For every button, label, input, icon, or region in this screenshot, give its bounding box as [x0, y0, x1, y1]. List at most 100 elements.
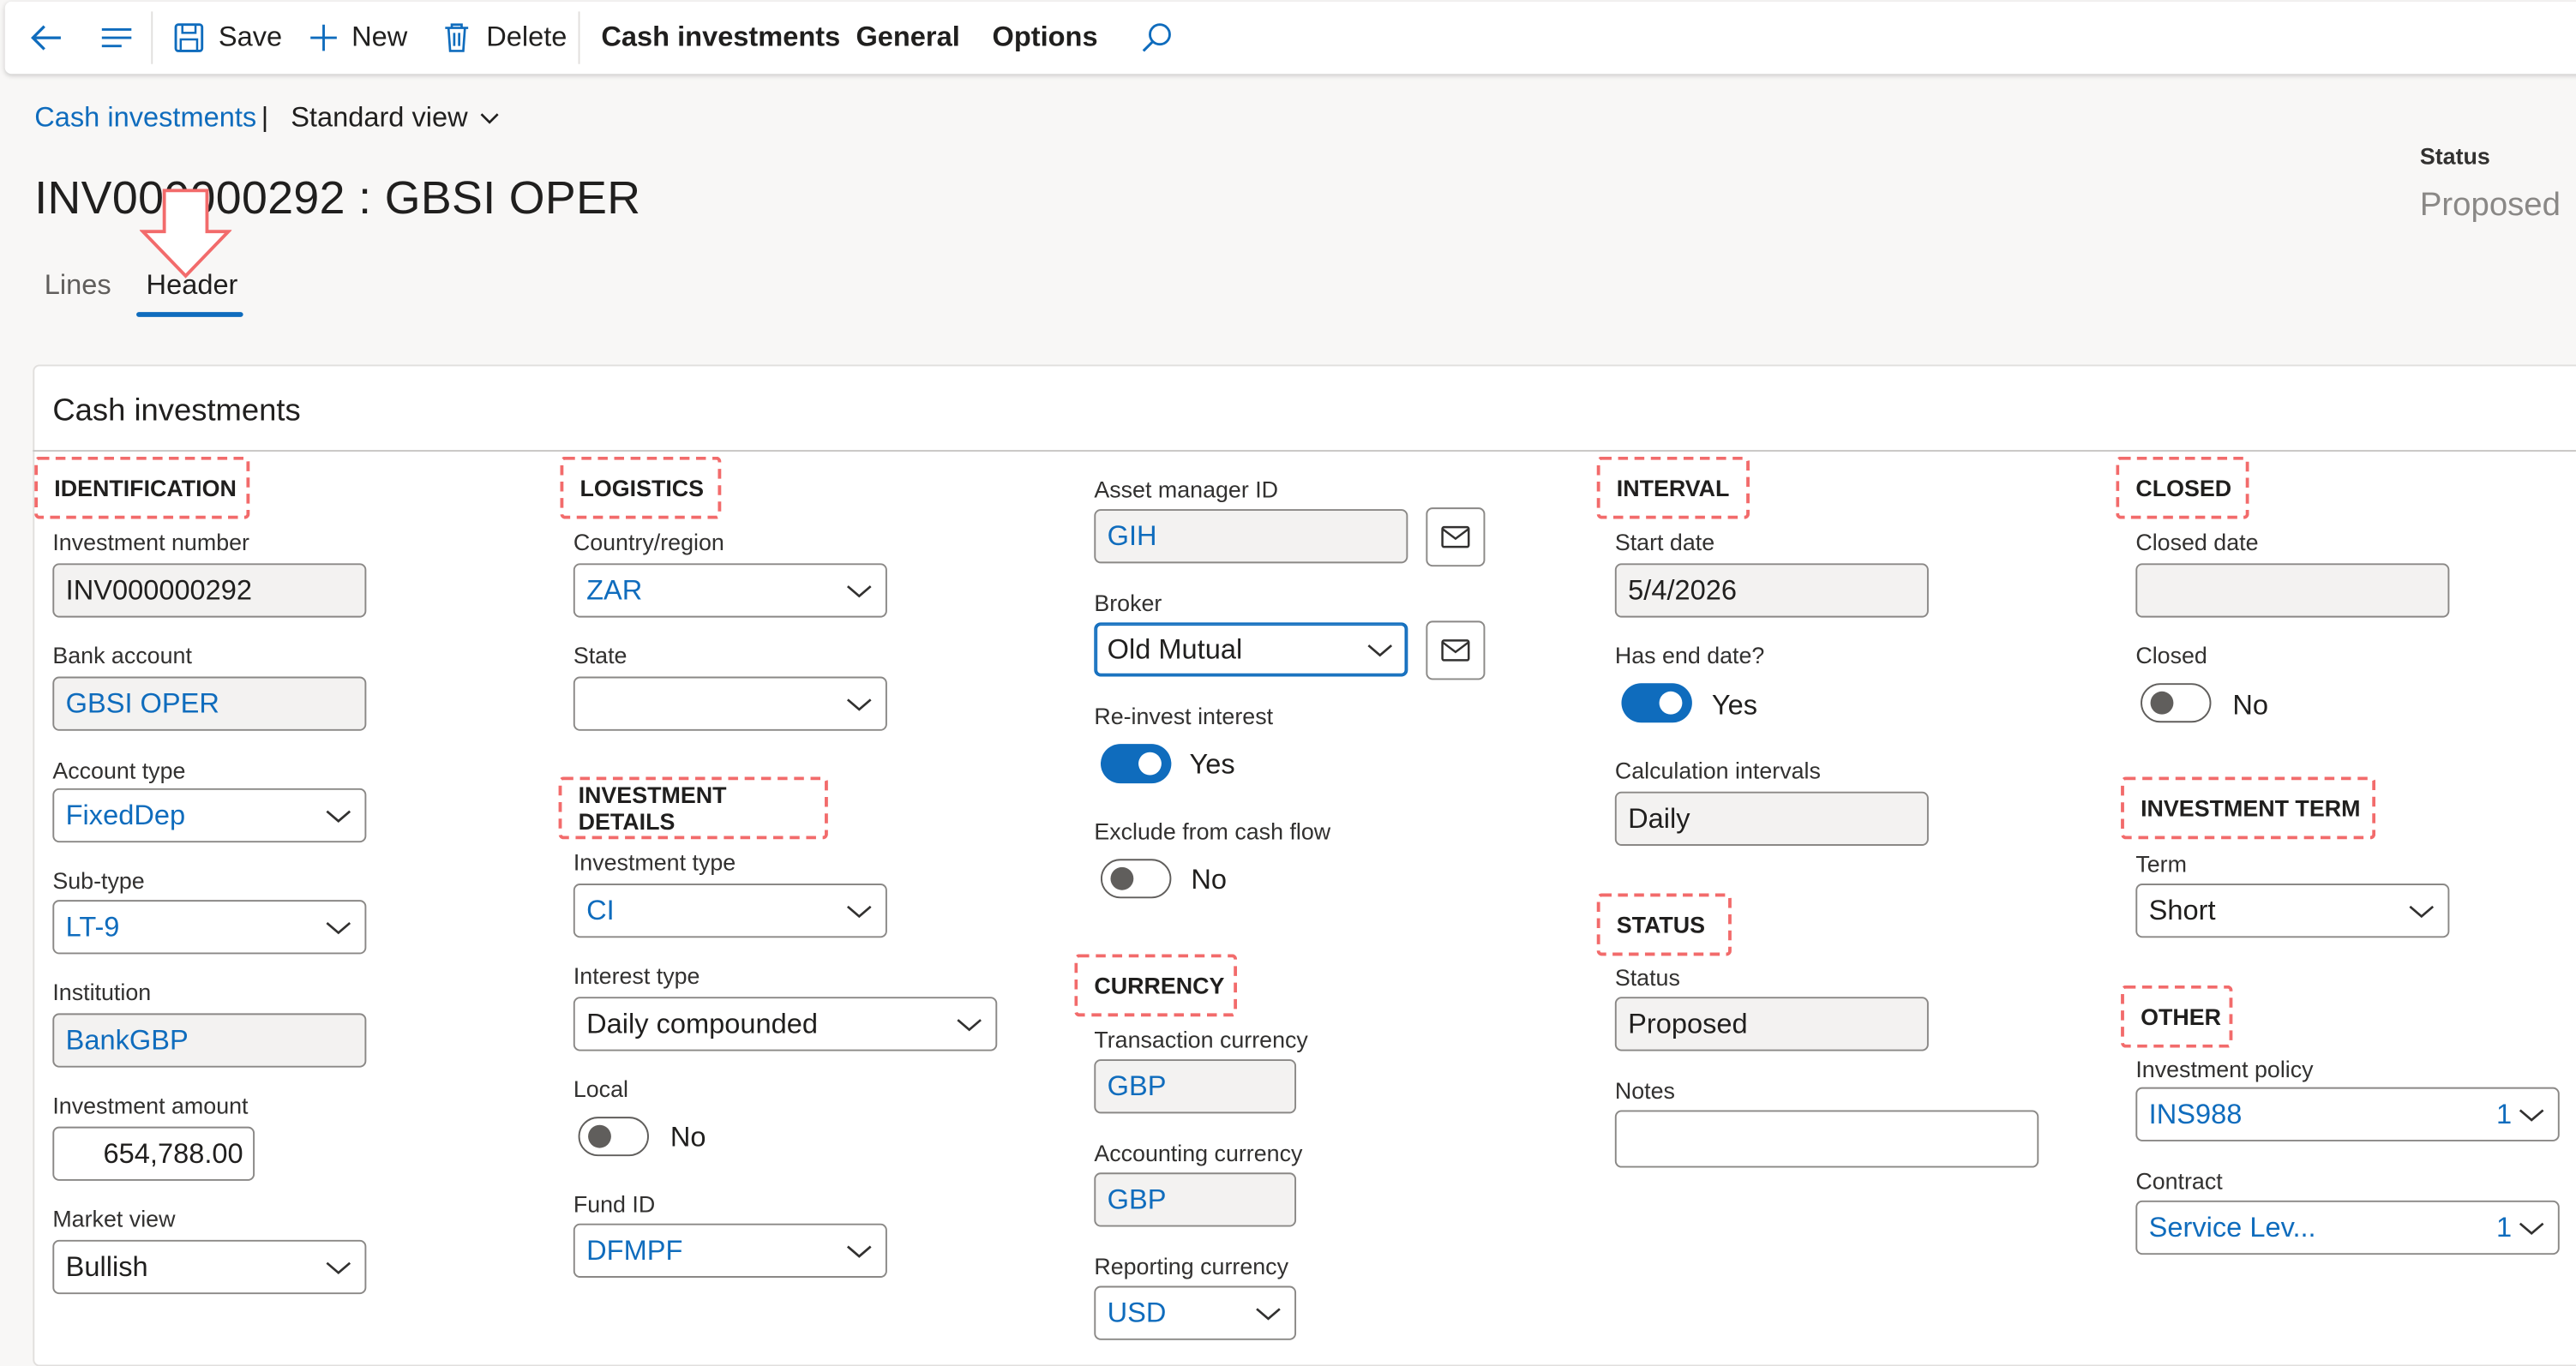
- chevron-down-icon: [957, 1019, 982, 1032]
- breadcrumb-separator: |: [261, 101, 269, 134]
- tab-header-indicator: [136, 312, 243, 317]
- fund-id-value: DFMPF: [586, 1234, 683, 1266]
- account-type-dropdown[interactable]: FixedDep: [52, 788, 367, 843]
- broker-mail-button[interactable]: [1426, 620, 1486, 680]
- chevron-down-icon: [480, 113, 499, 124]
- contract-dropdown[interactable]: Service Lev... 1: [2135, 1200, 2560, 1255]
- chevron-down-icon: [846, 698, 872, 711]
- chevron-down-icon: [1256, 1308, 1281, 1321]
- chevron-down-icon: [2409, 905, 2435, 919]
- chevron-down-icon: [2519, 1109, 2544, 1122]
- asset-manager-mail-button[interactable]: [1426, 507, 1486, 567]
- broker-dropdown[interactable]: Old Mutual: [1094, 622, 1408, 677]
- menu-button[interactable]: [99, 2, 135, 74]
- view-selector[interactable]: Standard view: [291, 102, 501, 135]
- new-label: New: [351, 21, 408, 53]
- chevron-down-icon: [1367, 644, 1393, 657]
- delete-button[interactable]: Delete: [442, 2, 567, 74]
- group-investment-details: INVESTMENT DETAILS: [558, 776, 828, 840]
- status-field[interactable]: Proposed: [1614, 997, 1929, 1051]
- has-end-date-toggle[interactable]: [1621, 683, 1692, 723]
- account-type-value: FixedDep: [65, 799, 186, 830]
- term-label: Term: [2135, 850, 2187, 878]
- investment-type-dropdown[interactable]: CI: [573, 884, 887, 938]
- closed-date-field[interactable]: [2135, 563, 2450, 618]
- calculation-intervals-label: Calculation intervals: [1614, 757, 1821, 784]
- transaction-currency-field[interactable]: GBP: [1094, 1059, 1297, 1114]
- investment-number-label: Investment number: [52, 529, 249, 555]
- group-identification: IDENTIFICATION: [34, 456, 250, 519]
- chevron-down-icon: [846, 1245, 872, 1258]
- toggle-knob: [1110, 866, 1134, 890]
- investment-policy-suffix: 1: [2496, 1099, 2513, 1130]
- new-button[interactable]: New: [307, 2, 407, 74]
- local-toggle[interactable]: [578, 1117, 649, 1157]
- mail-icon: [1441, 639, 1470, 662]
- broker-label: Broker: [1094, 589, 1162, 616]
- interest-type-value: Daily compounded: [586, 1007, 819, 1039]
- tab-lines[interactable]: Lines: [45, 269, 111, 302]
- calculation-intervals-field[interactable]: Daily: [1614, 791, 1929, 846]
- investment-policy-dropdown[interactable]: INS988 1: [2135, 1087, 2560, 1141]
- toggle-knob: [588, 1124, 611, 1148]
- header-status-value: Proposed: [2419, 187, 2561, 224]
- institution-field[interactable]: BankGBP: [52, 1013, 367, 1068]
- notes-label: Notes: [1614, 1077, 1675, 1104]
- state-dropdown[interactable]: [573, 676, 887, 731]
- accounting-currency-label: Accounting currency: [1094, 1139, 1303, 1166]
- account-type-label: Account type: [52, 757, 186, 784]
- save-button[interactable]: Save: [172, 2, 282, 74]
- back-button[interactable]: [28, 2, 64, 74]
- investment-number-field[interactable]: INV000000292: [52, 563, 367, 618]
- asset-manager-label: Asset manager ID: [1094, 476, 1279, 503]
- notes-field[interactable]: [1614, 1110, 2039, 1168]
- asset-manager-field[interactable]: GIH: [1094, 509, 1408, 564]
- closed-toggle-text: No: [2232, 689, 2269, 722]
- has-end-date-label: Has end date?: [1614, 642, 1765, 668]
- closed-toggle[interactable]: [2141, 683, 2212, 723]
- closed-date-label: Closed date: [2135, 529, 2259, 555]
- header-status-label: Status: [2419, 142, 2490, 170]
- exclude-label: Exclude from cash flow: [1094, 818, 1331, 845]
- interest-type-dropdown[interactable]: Daily compounded: [573, 997, 998, 1051]
- hamburger-icon: [101, 28, 132, 48]
- start-date-label: Start date: [1614, 529, 1715, 555]
- menu-cash-investments[interactable]: Cash investments: [601, 2, 840, 74]
- reporting-currency-dropdown[interactable]: USD: [1094, 1285, 1297, 1340]
- annotation-arrow-icon: [139, 189, 232, 279]
- reinvest-toggle[interactable]: [1100, 744, 1172, 784]
- exclude-toggle[interactable]: [1100, 859, 1172, 899]
- investment-policy-label: Investment policy: [2135, 1056, 2314, 1082]
- chevron-down-icon: [326, 810, 351, 823]
- term-dropdown[interactable]: Short: [2135, 884, 2450, 938]
- search-button[interactable]: [1140, 2, 1173, 74]
- group-logistics: LOGISTICS: [560, 456, 722, 519]
- chevron-down-icon: [326, 921, 351, 935]
- toolbar-divider: [578, 11, 580, 64]
- menu-options[interactable]: Options: [993, 2, 1098, 74]
- breadcrumb-link[interactable]: Cash investments: [34, 102, 256, 135]
- view-selector-label: Standard view: [291, 101, 468, 134]
- toggle-knob: [1659, 691, 1683, 715]
- local-toggle-text: No: [670, 1121, 706, 1153]
- bank-account-field[interactable]: GBSI OPER: [52, 676, 367, 731]
- local-label: Local: [573, 1075, 628, 1102]
- toggle-knob: [1138, 752, 1162, 776]
- start-date-field[interactable]: 5/4/2026: [1614, 563, 1929, 618]
- fund-id-dropdown[interactable]: DFMPF: [573, 1223, 887, 1278]
- chevron-down-icon: [846, 585, 872, 598]
- investment-type-value: CI: [586, 894, 615, 926]
- broker-value: Old Mutual: [1107, 632, 1243, 665]
- search-icon: [1142, 23, 1171, 52]
- menu-general[interactable]: General: [856, 2, 959, 74]
- back-arrow-icon: [31, 25, 61, 51]
- fund-id-label: Fund ID: [573, 1190, 656, 1218]
- accounting-currency-field[interactable]: GBP: [1094, 1172, 1297, 1227]
- contract-value: Service Lev...: [2148, 1211, 2316, 1243]
- investment-policy-value: INS988: [2148, 1098, 2243, 1129]
- country-dropdown[interactable]: ZAR: [573, 563, 887, 618]
- investment-amount-field[interactable]: 654,788.00: [52, 1126, 255, 1181]
- group-investment-term: INVESTMENT TERM: [2121, 776, 2376, 840]
- market-view-dropdown[interactable]: Bullish: [52, 1239, 367, 1295]
- sub-type-dropdown[interactable]: LT-9: [52, 900, 367, 955]
